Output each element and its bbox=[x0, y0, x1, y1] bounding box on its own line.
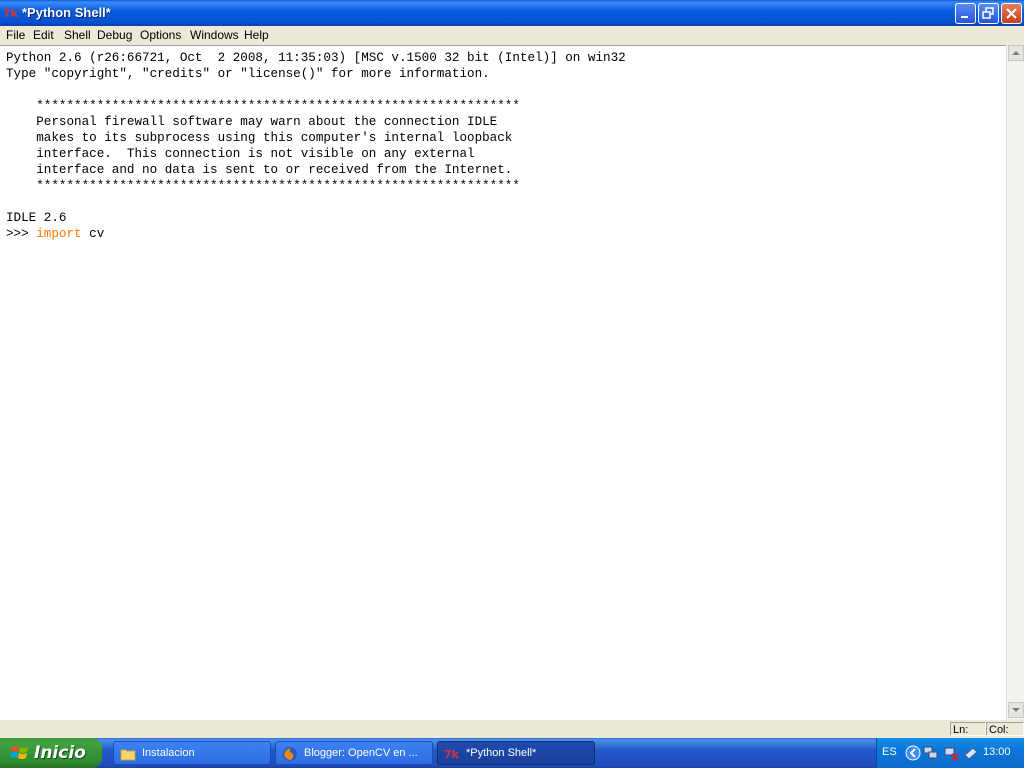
shell-line: interface. This connection is not visibl… bbox=[6, 147, 475, 161]
input-argument: cv bbox=[81, 227, 105, 241]
vertical-scrollbar[interactable] bbox=[1006, 45, 1024, 720]
idle-icon: 7k bbox=[444, 748, 460, 761]
window-title: *Python Shell* bbox=[22, 5, 111, 20]
shell-line: ****************************************… bbox=[6, 179, 520, 193]
minimize-button[interactable] bbox=[955, 3, 976, 24]
scroll-down-button[interactable] bbox=[1008, 702, 1024, 718]
task-label: Instalacion bbox=[142, 747, 195, 759]
menu-debug[interactable]: Debug bbox=[97, 28, 132, 42]
status-col: Col: 13 bbox=[986, 722, 1024, 750]
tray-expand-icon[interactable] bbox=[905, 745, 921, 761]
shell-line: ****************************************… bbox=[6, 99, 520, 113]
menu-windows[interactable]: Windows bbox=[190, 28, 239, 42]
task-label: Blogger: OpenCV en ... bbox=[304, 747, 418, 759]
folder-icon bbox=[120, 749, 136, 761]
minimize-icon bbox=[961, 16, 968, 18]
keyword-import: import bbox=[36, 227, 82, 241]
firefox-icon bbox=[283, 747, 297, 761]
menu-shell[interactable]: Shell bbox=[64, 28, 91, 42]
windows-flag-icon bbox=[10, 746, 28, 759]
restore-icon bbox=[982, 7, 994, 19]
shell-text-area[interactable]: Python 2.6 (r26:66721, Oct 2 2008, 11:35… bbox=[0, 45, 1006, 720]
shell-line: Python 2.6 (r26:66721, Oct 2 2008, 11:35… bbox=[6, 51, 626, 65]
status-line: Ln: 12 bbox=[950, 722, 986, 750]
shell-output: Python 2.6 (r26:66721, Oct 2 2008, 11:35… bbox=[6, 50, 626, 242]
start-button[interactable]: Inicio bbox=[0, 738, 102, 768]
system-tray: ES 13:00 bbox=[876, 738, 1024, 768]
shell-line: Type "copyright", "credits" or "license(… bbox=[6, 67, 490, 81]
close-button[interactable] bbox=[1001, 3, 1022, 24]
task-blogger[interactable]: Blogger: OpenCV en ... bbox=[275, 741, 433, 765]
shell-line: Personal firewall software may warn abou… bbox=[6, 115, 498, 129]
status-bar: Ln: 12 Col: 13 bbox=[0, 720, 1024, 750]
scroll-up-icon bbox=[1012, 51, 1020, 55]
task-python-shell[interactable]: 7k *Python Shell* bbox=[437, 741, 595, 765]
svg-text:7k: 7k bbox=[444, 748, 460, 761]
menu-help[interactable]: Help bbox=[244, 28, 269, 42]
svg-text:7k: 7k bbox=[3, 7, 19, 20]
task-instalacion[interactable]: Instalacion bbox=[113, 741, 271, 765]
shell-line: makes to its subprocess using this compu… bbox=[6, 131, 513, 145]
start-label: Inicio bbox=[34, 743, 86, 763]
scroll-down-icon bbox=[1012, 708, 1020, 712]
scroll-up-button[interactable] bbox=[1008, 45, 1024, 61]
safely-remove-icon[interactable] bbox=[963, 745, 979, 761]
shell-line: IDLE 2.6 bbox=[6, 211, 67, 225]
network-icon[interactable] bbox=[923, 745, 939, 761]
close-icon bbox=[1006, 8, 1017, 19]
network-disconnected-icon[interactable] bbox=[943, 745, 959, 761]
menu-bar: File Edit Shell Debug Options Windows He… bbox=[0, 26, 1024, 45]
clock[interactable]: 13:00 bbox=[983, 746, 1011, 758]
menu-edit[interactable]: Edit bbox=[33, 28, 54, 42]
task-label: *Python Shell* bbox=[466, 747, 537, 759]
restore-button[interactable] bbox=[978, 3, 999, 24]
shell-prompt: >>> bbox=[6, 227, 37, 241]
menu-options[interactable]: Options bbox=[140, 28, 181, 42]
menu-file[interactable]: File bbox=[6, 28, 25, 42]
idle-app-icon: 7k bbox=[3, 7, 19, 20]
language-indicator[interactable]: ES bbox=[882, 746, 897, 758]
taskbar: Inicio Instalacion Blogger: OpenCV en ..… bbox=[0, 738, 1024, 768]
shell-line: interface and no data is sent to or rece… bbox=[6, 163, 513, 177]
window-titlebar[interactable]: 7k *Python Shell* bbox=[0, 0, 1024, 26]
